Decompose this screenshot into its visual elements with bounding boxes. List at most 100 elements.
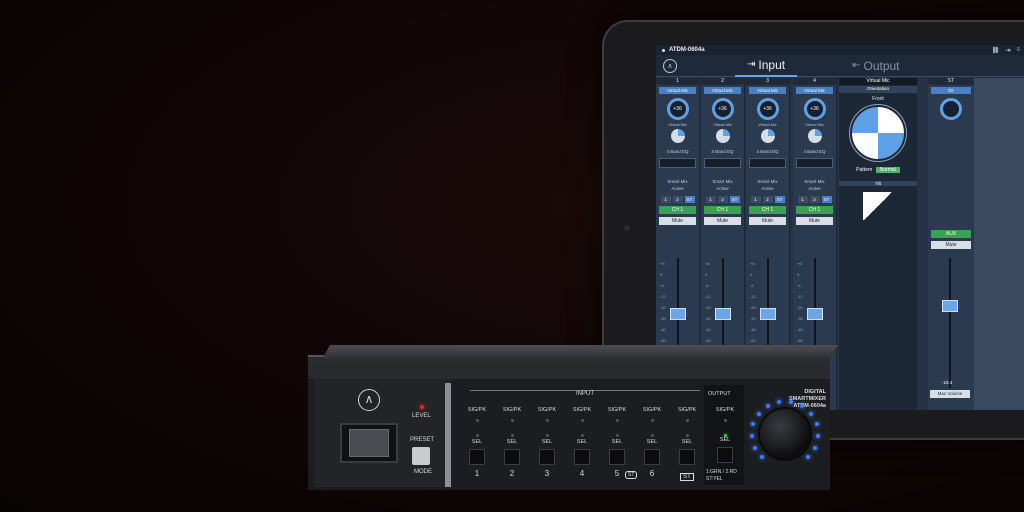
gain-knob[interactable]: +36 (711, 98, 734, 120)
preset-mode-button[interactable] (412, 447, 430, 465)
pattern-preview-icon[interactable] (670, 129, 685, 143)
polar-pattern-control[interactable] (849, 104, 907, 162)
fader-scale: +60-6-12-20-30-40-60-∞ (660, 258, 666, 357)
sel-label: SEL (681, 439, 693, 445)
channel-source-select[interactable]: Virtual Mic (749, 87, 786, 94)
gain-knob[interactable]: +36 (666, 98, 689, 120)
output-sig-label: SIG/PK (715, 407, 735, 413)
st-source-select[interactable]: Dir (931, 87, 971, 94)
sig-label: SIG/PK (607, 407, 627, 413)
output-legend-line-1: 1:GRN / 2:RD (706, 469, 737, 475)
input-channel: SIG/PK SEL 4 (567, 407, 597, 478)
st-gain-knob[interactable] (940, 98, 962, 120)
input-channel: SIG/PK SEL 5 (602, 407, 632, 478)
eq-curve-preview[interactable] (704, 158, 741, 168)
knob-ring-led-icon (813, 445, 818, 450)
menu-icon[interactable]: ≡ (1016, 47, 1020, 53)
pattern-select[interactable]: Normal (875, 167, 900, 173)
fader-scale: +60-6-12-20-30-40-60-∞ (750, 258, 756, 357)
routing-button[interactable]: 2 (809, 196, 820, 203)
smart-mix-state[interactable]: Active (793, 185, 836, 192)
eq-curve-preview[interactable] (749, 158, 786, 168)
tab-input[interactable]: ⇥ Input (735, 55, 798, 77)
route-button[interactable]: CH 1 (659, 206, 696, 214)
st-header: ST (928, 78, 974, 85)
routing-button[interactable]: 2 (672, 196, 683, 203)
channel-source-select[interactable]: Virtual Mic (704, 87, 741, 94)
routing-button[interactable]: ST (729, 196, 740, 203)
sig-label: SIG/PK (572, 407, 592, 413)
sig-label: SIG/PK (502, 407, 522, 413)
route-button[interactable]: CH 1 (704, 206, 741, 214)
tilt-control[interactable] (863, 192, 893, 220)
fader-scale-tick: -6 (750, 283, 754, 288)
routing-button[interactable]: ST (821, 196, 832, 203)
st-fader-track[interactable] (949, 258, 951, 388)
sig-led-icon (580, 419, 584, 422)
fader-handle[interactable] (715, 308, 731, 320)
input-channel: SIG/PK SEL 3 (532, 407, 562, 478)
max-volume-button[interactable]: Max Volume (930, 390, 970, 398)
routing-button[interactable]: 2 (762, 196, 773, 203)
routing-button[interactable]: ST (684, 196, 695, 203)
usb-port[interactable] (340, 423, 398, 463)
route-button[interactable]: CH 1 (796, 206, 833, 214)
knob-ring-led-icon (750, 433, 755, 438)
routing-button[interactable]: 1 (705, 196, 716, 203)
routing-button[interactable]: 2 (717, 196, 728, 203)
channel-source-select[interactable]: Virtual Mic (796, 87, 833, 94)
channel-number: ST (680, 473, 694, 481)
tab-output[interactable]: ⇤ Output (852, 59, 899, 73)
sel-button[interactable] (504, 449, 520, 465)
fader-handle[interactable] (807, 308, 823, 320)
sel-button[interactable] (644, 449, 660, 465)
knob-ring-led-icon (777, 399, 782, 404)
smart-mix-state[interactable]: Active (656, 185, 699, 192)
input-channel: SIG/PK SEL 6 (637, 407, 667, 478)
routing-button[interactable]: 1 (797, 196, 808, 203)
eq-curve-preview[interactable] (659, 158, 696, 168)
output-channel: SIG/PK SEL (710, 407, 740, 463)
gain-knob[interactable]: +36 (756, 98, 779, 120)
fader-handle[interactable] (670, 308, 686, 320)
fader-handle[interactable] (760, 308, 776, 320)
pattern-preview-icon[interactable] (715, 129, 730, 143)
knob-ring-led-icon (752, 445, 757, 450)
volume-knob[interactable] (760, 409, 810, 459)
fader-scale-tick: +6 (660, 261, 665, 266)
route-button[interactable]: CH 1 (749, 206, 786, 214)
eq-curve-preview[interactable] (796, 158, 833, 168)
link-icon[interactable]: ⛓ (992, 47, 1000, 54)
channel-number: 1 (656, 78, 699, 85)
connect-icon[interactable]: ⇥ (1005, 47, 1010, 54)
st-mute-button[interactable]: Mute (931, 241, 971, 249)
audio-technica-logo-icon: ∧ (358, 389, 380, 411)
output-sel-button[interactable] (717, 447, 733, 463)
smart-mix-label: Smart Mix (712, 179, 733, 184)
level-led-icon (420, 405, 424, 409)
sel-button[interactable] (469, 449, 485, 465)
st-route-button[interactable]: AUX (931, 230, 971, 238)
smart-mix-state[interactable]: Active (746, 185, 789, 192)
mute-button[interactable]: Mute (796, 217, 833, 225)
channel-number: 2 (701, 78, 744, 85)
pattern-preview-icon[interactable] (760, 129, 775, 143)
gain-knob[interactable]: +36 (803, 98, 826, 120)
sel-button[interactable] (679, 449, 695, 465)
fader-scale-tick: -30 (660, 316, 666, 321)
routing-button[interactable]: ST (774, 196, 785, 203)
channel-source-select[interactable]: Virtual Mic (659, 87, 696, 94)
fader-scale-tick: -30 (705, 316, 711, 321)
sel-button[interactable] (574, 449, 590, 465)
routing-button[interactable]: 1 (750, 196, 761, 203)
pattern-preview-icon[interactable] (807, 129, 822, 143)
sel-button[interactable] (539, 449, 555, 465)
mute-button[interactable]: Mute (704, 217, 741, 225)
mute-button[interactable]: Mute (749, 217, 786, 225)
st-fader-handle[interactable] (942, 300, 958, 312)
smart-mix-state[interactable]: Active (701, 185, 744, 192)
fader-scale-tick: -12 (797, 294, 803, 299)
sel-button[interactable] (609, 449, 625, 465)
routing-button[interactable]: 1 (660, 196, 671, 203)
mute-button[interactable]: Mute (659, 217, 696, 225)
